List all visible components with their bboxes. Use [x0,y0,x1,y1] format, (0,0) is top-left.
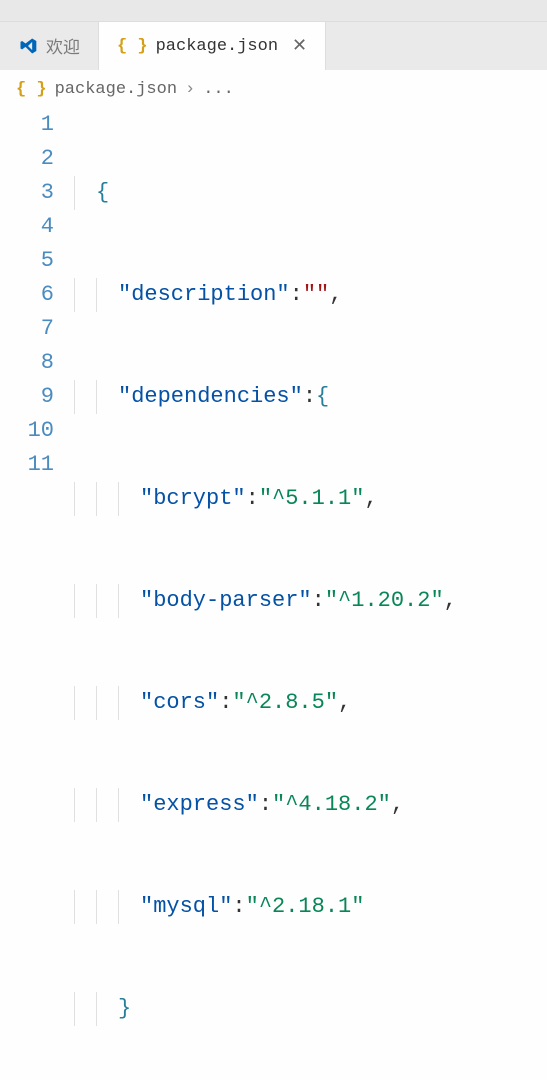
json-key: "body-parser" [140,584,312,618]
menu-bar-fragment [0,0,547,22]
line-number: 11 [0,448,54,482]
line-number: 10 [0,414,54,448]
chevron-right-icon: › [185,80,195,99]
line-number: 9 [0,380,54,414]
json-key: "bcrypt" [140,482,246,516]
line-number: 2 [0,142,54,176]
json-file-icon: { } [117,37,148,56]
editor-tabs: 欢迎 { } package.json ✕ [0,22,547,70]
code-editor[interactable]: 1 2 3 4 5 6 7 8 9 10 11 { "description":… [0,108,547,1080]
breadcrumb-file: package.json [55,80,177,99]
json-key: "description" [118,278,290,312]
breadcrumb[interactable]: { } package.json › ... [0,70,547,108]
line-number: 8 [0,346,54,380]
json-file-icon: { } [16,80,47,99]
json-value: "" [303,278,329,312]
json-value: "^4.18.2" [272,788,391,822]
json-value: "^1.20.2" [325,584,444,618]
line-number: 7 [0,312,54,346]
json-key: "mysql" [140,890,232,924]
json-key: "cors" [140,686,219,720]
tab-package-json[interactable]: { } package.json ✕ [99,22,326,70]
line-number: 6 [0,278,54,312]
line-number: 4 [0,210,54,244]
breadcrumb-more: ... [203,80,234,99]
json-key: "express" [140,788,259,822]
vscode-icon [18,36,38,56]
tab-welcome[interactable]: 欢迎 [0,22,99,70]
json-key: "dependencies" [118,380,303,414]
code-content[interactable]: { "description": "", "dependencies": { "… [74,108,457,1080]
json-value: "^2.8.5" [232,686,338,720]
close-icon[interactable]: ✕ [292,35,307,57]
json-value: "^2.18.1" [246,890,365,924]
brace-close: } [118,992,131,1026]
brace-open: { [96,176,109,210]
tab-label: package.json [156,37,278,56]
line-number-gutter: 1 2 3 4 5 6 7 8 9 10 11 [0,108,74,1080]
json-value: "^5.1.1" [259,482,365,516]
line-number: 3 [0,176,54,210]
line-number: 5 [0,244,54,278]
brace-open: { [316,380,329,414]
line-number: 1 [0,108,54,142]
tab-label: 欢迎 [46,33,80,59]
